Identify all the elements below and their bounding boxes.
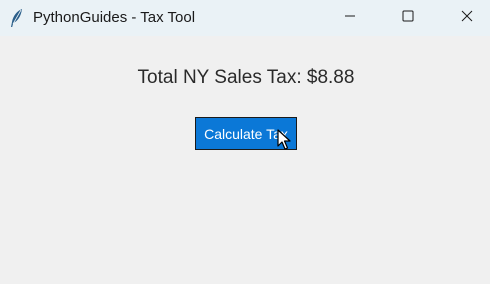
main-content: Total NY Sales Tax: $8.88 Calculate Tax bbox=[0, 36, 490, 284]
window-title: PythonGuides - Tax Tool bbox=[33, 9, 196, 26]
maximize-button[interactable] bbox=[385, 0, 431, 36]
maximize-icon bbox=[402, 9, 414, 27]
close-button[interactable] bbox=[444, 0, 490, 36]
title-bar[interactable]: PythonGuides - Tax Tool bbox=[0, 0, 490, 36]
tax-result-label: Total NY Sales Tax: $8.88 bbox=[137, 67, 355, 88]
app-window: PythonGuides - Tax Tool Total NY Sales T… bbox=[0, 0, 490, 284]
close-icon bbox=[461, 9, 473, 27]
minimize-button[interactable] bbox=[327, 0, 373, 36]
minimize-icon bbox=[344, 9, 356, 27]
calculate-tax-button[interactable]: Calculate Tax bbox=[195, 117, 297, 150]
feather-icon bbox=[9, 8, 25, 28]
